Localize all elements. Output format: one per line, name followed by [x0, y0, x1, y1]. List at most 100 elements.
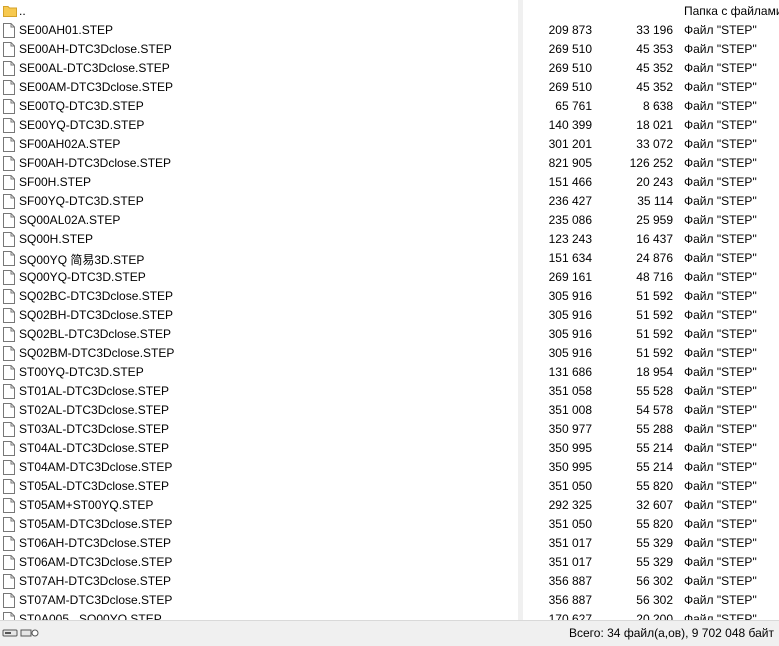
- file-type: Файл "STEP": [684, 42, 757, 56]
- file-type: Файл "STEP": [684, 270, 757, 284]
- file-size: 151 466: [548, 175, 592, 189]
- file-name: SF00H.STEP: [19, 175, 92, 189]
- file-icon: [3, 61, 15, 76]
- file-icon: [3, 80, 15, 95]
- file-packed-size: 20 243: [636, 175, 673, 189]
- file-size: 351 050: [548, 517, 592, 531]
- file-size: 131 686: [548, 365, 592, 379]
- file-icon: [3, 441, 15, 456]
- file-packed-size: 33 072: [636, 137, 673, 151]
- file-packed-size: 51 592: [636, 346, 673, 360]
- file-row[interactable]: SQ02BH-DTC3Dclose.STEP 305 916 51 592 Файл …: [0, 306, 779, 325]
- file-row[interactable]: ST02AL-DTC3Dclose.STEP 351 008 54 578 Файл …: [0, 401, 779, 420]
- file-size: 140 399: [548, 118, 592, 132]
- file-row[interactable]: SF00H.STEP 151 466 20 243 Файл "STEP": [0, 173, 779, 192]
- file-icon: [3, 213, 15, 228]
- file-row[interactable]: ST06AM-DTC3Dclose.STEP 351 017 55 329 Файл …: [0, 553, 779, 572]
- file-icon: [3, 137, 15, 152]
- file-row[interactable]: ST07AM-DTC3Dclose.STEP 356 887 56 302 Файл …: [0, 591, 779, 610]
- file-row[interactable]: ST04AL-DTC3Dclose.STEP 350 995 55 214 Файл …: [0, 439, 779, 458]
- file-row[interactable]: ST06AH-DTC3Dclose.STEP 351 017 55 329 Файл …: [0, 534, 779, 553]
- file-icon: [3, 460, 15, 475]
- file-type: Файл "STEP": [684, 555, 757, 569]
- file-name: ST04AM-DTC3Dclose.STEP: [19, 460, 173, 474]
- file-icon: [3, 498, 15, 513]
- file-row[interactable]: ST05AM+ST00YQ.STEP 292 325 32 607 Файл "STE…: [0, 496, 779, 515]
- file-row[interactable]: SF00AH-DTC3Dclose.STEP 821 905 126 252 Файл…: [0, 154, 779, 173]
- file-row[interactable]: SQ00H.STEP 123 243 16 437 Файл "STEP": [0, 230, 779, 249]
- file-packed-size: 51 592: [636, 308, 673, 322]
- file-row[interactable]: SE00TQ-DTC3D.STEP 65 761 8 638 Файл "STEP": [0, 97, 779, 116]
- file-name: SF00YQ-DTC3D.STEP: [19, 194, 144, 208]
- file-name: ST06AH-DTC3Dclose.STEP: [19, 536, 172, 550]
- file-packed-size: 18 954: [636, 365, 673, 379]
- parent-folder-row[interactable]: .. Папка с файлами: [0, 2, 779, 21]
- file-icon: [3, 346, 15, 361]
- file-row[interactable]: SQ00AL02A.STEP 235 086 25 959 Файл "STEP": [0, 211, 779, 230]
- file-size: 305 916: [548, 346, 592, 360]
- file-icon: [3, 23, 15, 38]
- file-name: ST05AM+ST00YQ.STEP: [19, 498, 154, 512]
- file-row[interactable]: ST04AM-DTC3Dclose.STEP 350 995 55 214 Файл …: [0, 458, 779, 477]
- file-packed-size: 51 592: [636, 289, 673, 303]
- file-size: 235 086: [548, 213, 592, 227]
- file-row[interactable]: ST0A005...SQ00YQ.STEP 170 627 20 200 Файл "…: [0, 610, 779, 620]
- file-size: 351 008: [548, 403, 592, 417]
- file-name: SQ02BM-DTC3Dclose.STEP: [19, 346, 175, 360]
- file-row[interactable]: SF00AH02A.STEP 301 201 33 072 Файл "STEP": [0, 135, 779, 154]
- file-row[interactable]: SE00YQ-DTC3D.STEP 140 399 18 021 Файл "STEP…: [0, 116, 779, 135]
- file-row[interactable]: SQ02BM-DTC3Dclose.STEP 305 916 51 592 Файл …: [0, 344, 779, 363]
- file-list: .. Папка с файлами SE00AH01.STEP 209 873 3…: [0, 0, 779, 620]
- file-type: Файл "STEP": [684, 441, 757, 455]
- file-type: Файл "STEP": [684, 23, 757, 37]
- file-type: Файл "STEP": [684, 194, 757, 208]
- file-type: Файл "STEP": [684, 574, 757, 588]
- file-row[interactable]: ST07AH-DTC3Dclose.STEP 356 887 56 302 Файл …: [0, 572, 779, 591]
- file-row[interactable]: SE00AH01.STEP 209 873 33 196 Файл "STEP": [0, 21, 779, 40]
- file-name: SE00AM-DTC3Dclose.STEP: [19, 80, 174, 94]
- file-type: Файл "STEP": [684, 403, 757, 417]
- file-icon: [3, 232, 15, 247]
- file-icon: [3, 365, 15, 380]
- file-type: Файл "STEP": [684, 517, 757, 531]
- file-row[interactable]: ST01AL-DTC3Dclose.STEP 351 058 55 528 Файл …: [0, 382, 779, 401]
- file-size: 350 995: [548, 441, 592, 455]
- file-row[interactable]: ST03AL-DTC3Dclose.STEP 350 977 55 288 Файл …: [0, 420, 779, 439]
- status-bar-icons: [2, 626, 42, 640]
- status-bar: Всего: 34 файл(а,ов), 9 702 048 байт: [0, 620, 779, 646]
- file-type: Файл "STEP": [684, 384, 757, 398]
- file-row[interactable]: SQ02BL-DTC3Dclose.STEP 305 916 51 592 Файл …: [0, 325, 779, 344]
- file-type: Файл "STEP": [684, 80, 757, 94]
- file-row[interactable]: SE00AH-DTC3Dclose.STEP 269 510 45 353 Файл …: [0, 40, 779, 59]
- file-row[interactable]: SE00AM-DTC3Dclose.STEP 269 510 45 352 Файл …: [0, 78, 779, 97]
- file-icon: [3, 327, 15, 342]
- file-size: 821 905: [548, 156, 592, 170]
- file-size: 269 510: [548, 42, 592, 56]
- file-row[interactable]: SQ00YQ 简易3D.STEP 151 634 24 876 Файл "STEP": [0, 249, 779, 268]
- file-name: SQ00AL02A.STEP: [19, 213, 121, 227]
- file-packed-size: 54 578: [636, 403, 673, 417]
- file-name: SE00AH-DTC3Dclose.STEP: [19, 42, 172, 56]
- file-size: 65 761: [555, 99, 592, 113]
- file-packed-size: 18 021: [636, 118, 673, 132]
- parent-folder-name: ..: [19, 4, 26, 18]
- file-row[interactable]: SF00YQ-DTC3D.STEP 236 427 35 114 Файл "STEP…: [0, 192, 779, 211]
- file-row[interactable]: SQ00YQ-DTC3D.STEP 269 161 48 716 Файл "STEP…: [0, 268, 779, 287]
- file-name: ST02AL-DTC3Dclose.STEP: [19, 403, 170, 417]
- file-row[interactable]: ST00YQ-DTC3D.STEP 131 686 18 954 Файл "STEP…: [0, 363, 779, 382]
- file-packed-size: 56 302: [636, 593, 673, 607]
- file-size: 170 627: [548, 612, 592, 620]
- file-packed-size: 25 959: [636, 213, 673, 227]
- file-row[interactable]: ST05AL-DTC3Dclose.STEP 351 050 55 820 Файл …: [0, 477, 779, 496]
- file-type: Файл "STEP": [684, 612, 757, 620]
- file-row[interactable]: SQ02BC-DTC3Dclose.STEP 305 916 51 592 Файл …: [0, 287, 779, 306]
- file-row[interactable]: ST05AM-DTC3Dclose.STEP 351 050 55 820 Файл …: [0, 515, 779, 534]
- file-type: Файл "STEP": [684, 327, 757, 341]
- file-row[interactable]: SE00AL-DTC3Dclose.STEP 269 510 45 352 Файл …: [0, 59, 779, 78]
- file-size: 351 050: [548, 479, 592, 493]
- file-type: Файл "STEP": [684, 593, 757, 607]
- file-name: ST00YQ-DTC3D.STEP: [19, 365, 144, 379]
- file-size: 351 058: [548, 384, 592, 398]
- file-icon: [3, 118, 15, 133]
- file-packed-size: 55 820: [636, 479, 673, 493]
